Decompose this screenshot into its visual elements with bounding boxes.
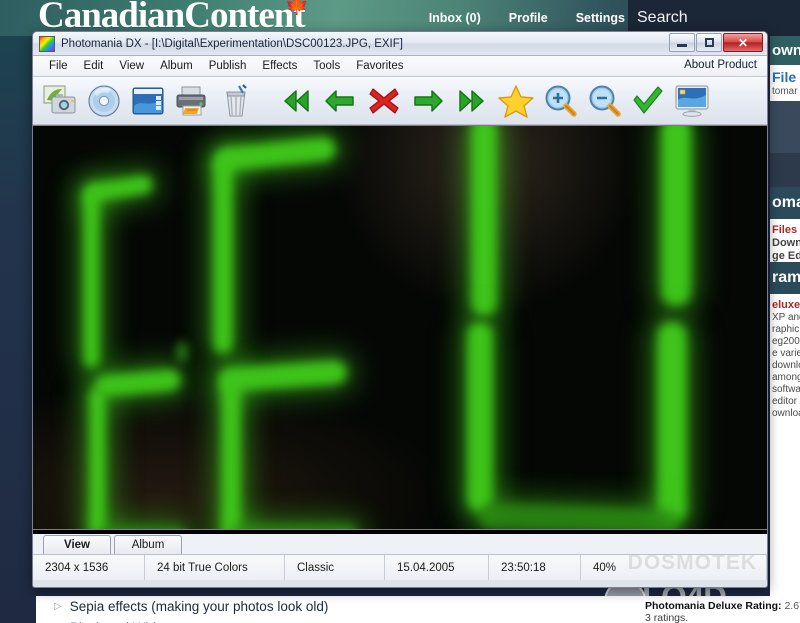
right-col-band: ownlo	[770, 36, 800, 65]
toolbar-separator	[259, 80, 273, 122]
menu-item-edit[interactable]: Edit	[76, 58, 112, 74]
right-col-line-0: XP and	[772, 312, 800, 323]
tab-view[interactable]: View	[43, 535, 111, 554]
fast-forward-last-icon[interactable]	[451, 80, 493, 122]
led-segment	[657, 322, 687, 522]
menu-item-publish[interactable]: Publish	[201, 58, 255, 74]
right-col-heading: oma	[770, 187, 800, 219]
right-col-line-5: among	[772, 372, 800, 383]
tab-album[interactable]: Album	[114, 535, 182, 554]
led-segment	[221, 376, 241, 529]
rating-value: 2.67	[784, 600, 800, 612]
minimize-icon	[677, 43, 687, 47]
trash-bin-icon[interactable]	[215, 80, 257, 122]
zoom-level: 40%	[581, 555, 767, 580]
led-segment	[467, 322, 493, 512]
file-date: 15.04.2005	[385, 555, 489, 580]
image-dimensions: 2304 x 1536	[33, 555, 145, 580]
menu-item-favorites[interactable]: Favorites	[348, 58, 411, 74]
photomania-app-icon	[39, 35, 55, 52]
view-album-tabstrip: View Album	[33, 530, 767, 554]
window-slideshow-icon[interactable]	[127, 80, 169, 122]
right-col-deluxe-label: eluxe f	[772, 299, 800, 311]
photo-image	[33, 126, 767, 529]
rating-count: 3 ratings.	[645, 612, 689, 623]
menu-item-view[interactable]: View	[111, 58, 152, 74]
right-col-line-6: softwa	[772, 384, 800, 395]
led-segment	[661, 126, 691, 306]
zoom-out-magnifier-icon[interactable]	[583, 80, 625, 122]
right-col-line-3: e varie	[772, 348, 800, 359]
file-time: 23:50:18	[489, 555, 581, 580]
right-col-file-link[interactable]: File	[770, 65, 800, 85]
nav-item-inbox[interactable]: Inbox (0)	[429, 11, 481, 25]
page-root: ownlo File tomar oma Files Down ge Ed ra…	[0, 0, 800, 623]
right-col-subtext: tomar	[772, 86, 798, 97]
feature-label: Sepia effects (making your photos look o…	[69, 599, 329, 614]
right-col-dark-block-2	[770, 153, 800, 187]
maximize-button[interactable]	[696, 33, 722, 52]
statusbar: 2304 x 1536 24 bit True Colors Classic 1…	[33, 554, 767, 580]
led-segment	[478, 502, 680, 529]
site-nav: Inbox (0) Profile Settings	[429, 11, 625, 25]
rating-label: Photomania Deluxe Rating:	[645, 600, 782, 612]
rating-line: Photomania Deluxe Rating: 2.67	[645, 600, 800, 612]
right-col-line-2: eg200	[772, 336, 800, 347]
window-controls: ✕	[669, 33, 763, 52]
menubar: File Edit View Album Publish Effects Too…	[33, 56, 767, 77]
led-segment	[215, 135, 337, 173]
close-button[interactable]: ✕	[723, 33, 763, 52]
monitor-wallpaper-icon[interactable]	[671, 80, 713, 122]
photo-canvas-seven-segment-led-clock[interactable]	[33, 125, 767, 530]
right-col-line-1: raphic	[772, 324, 800, 335]
about-product-link[interactable]: About Product	[684, 59, 757, 71]
right-col-image-editor-label[interactable]: ge Ed	[770, 249, 800, 262]
window-title: Photomania DX - [I:\Digital\Experimentat…	[61, 37, 403, 50]
cd-burn-icon[interactable]	[83, 80, 125, 122]
view-mode: Classic	[285, 555, 385, 580]
rewind-first-icon[interactable]	[275, 80, 317, 122]
triangle-bullet-icon: ▷	[54, 601, 62, 612]
toolbar	[33, 77, 767, 125]
minimize-button[interactable]	[669, 33, 695, 52]
red-x-delete-icon[interactable]	[363, 80, 405, 122]
right-col-heading-2: ram	[770, 262, 800, 294]
led-segment	[89, 388, 106, 529]
site-left-column	[0, 36, 36, 623]
right-col-download-label[interactable]: Down	[770, 236, 800, 249]
led-segment	[83, 188, 100, 368]
maximize-icon	[704, 38, 714, 47]
right-col-line-8: ownloa	[772, 408, 800, 419]
printer-icon[interactable]	[171, 80, 213, 122]
right-col-line-7: editor	[772, 396, 798, 407]
menu-item-tools[interactable]: Tools	[305, 58, 348, 74]
led-segment	[213, 154, 233, 354]
led-segment	[471, 126, 497, 316]
right-col-dark-block	[770, 101, 800, 153]
led-segment	[94, 368, 182, 398]
led-colon-dot	[176, 341, 188, 363]
menu-item-album[interactable]: Album	[152, 58, 201, 74]
right-col-files-label: Files	[772, 224, 798, 236]
arrow-right-next-icon[interactable]	[407, 80, 449, 122]
green-check-apply-icon[interactable]	[627, 80, 669, 122]
color-depth: 24 bit True Colors	[145, 555, 285, 580]
window-titlebar[interactable]: Photomania DX - [I:\Digital\Experimentat…	[33, 32, 767, 56]
menu-item-effects[interactable]: Effects	[254, 58, 305, 74]
maple-leaf-icon: 🍁	[285, 0, 309, 16]
right-col-line-4: downlo	[772, 360, 800, 371]
acquire-photo-camera-icon[interactable]	[39, 80, 81, 122]
photomania-window[interactable]: Photomania DX - [I:\Digital\Experimentat…	[32, 31, 768, 588]
arrow-left-previous-icon[interactable]	[319, 80, 361, 122]
zoom-in-magnifier-icon[interactable]	[539, 80, 581, 122]
star-favorite-icon[interactable]	[495, 80, 537, 122]
menu-item-file[interactable]: File	[41, 58, 76, 74]
nav-item-settings[interactable]: Settings	[576, 11, 625, 25]
nav-item-profile[interactable]: Profile	[509, 11, 548, 25]
site-right-column: ownlo File tomar oma Files Down ge Ed ra…	[770, 36, 800, 623]
